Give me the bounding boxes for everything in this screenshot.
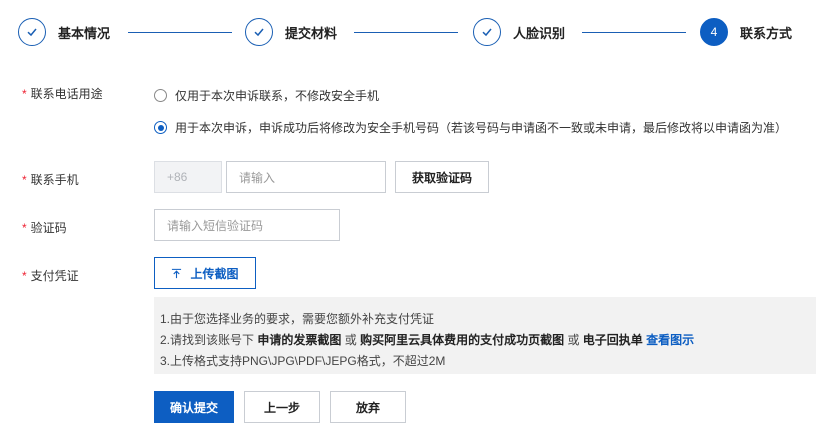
notice-line-3: 3.上传格式支持PNG\JPG\PDF\JEPG格式，不超过2M: [160, 354, 446, 368]
step-connector: [128, 32, 232, 33]
previous-button[interactable]: 上一步: [244, 391, 320, 423]
step-connector: [354, 32, 458, 33]
country-code-field: +86: [154, 161, 222, 193]
step-label: 人脸识别: [513, 25, 566, 41]
step-face-recognition: 人脸识别: [473, 18, 565, 46]
submit-button[interactable]: 确认提交: [154, 391, 234, 423]
purpose-option-update-security-phone[interactable]: 用于本次申诉，申诉成功后将修改为安全手机号码（若该号码与申请函不一致或未申请，最…: [154, 119, 787, 136]
upload-button-label: 上传截图: [190, 266, 239, 281]
radio-text: 仅用于本次申诉联系，不修改安全手机: [175, 89, 380, 103]
purpose-option-contact-only[interactable]: 仅用于本次申诉联系，不修改安全手机: [154, 87, 379, 104]
code-label-text: 验证码: [30, 221, 67, 235]
required-mark: *: [22, 173, 27, 187]
payment-label-text: 支付凭证: [30, 269, 79, 283]
phone-label-text: 联系手机: [30, 173, 79, 187]
step-progress: 基本情况 提交材料 人脸识别 4 联系方式: [0, 0, 816, 66]
payment-label: * 支付凭证: [22, 267, 79, 284]
radio-checked[interactable]: [154, 121, 167, 134]
step-label: 基本情况: [58, 25, 111, 41]
upload-screenshot-button[interactable]: 上传截图: [154, 257, 256, 289]
notice-line-2: 2.请找到该账号下 申请的发票截图 或 购买阿里云具体费用的支付成功页截图 或 …: [160, 330, 816, 351]
payment-notice: 1.由于您选择业务的要求，需要您额外补充支付凭证 2.请找到该账号下 申请的发票…: [154, 297, 816, 374]
notice-bold-payment: 购买阿里云具体费用的支付成功页截图: [360, 333, 565, 347]
phone-label: * 联系手机: [22, 171, 79, 188]
step-label: 联系方式: [740, 25, 793, 41]
check-icon: [245, 18, 273, 46]
required-mark: *: [22, 269, 27, 283]
notice-text: 或: [567, 333, 580, 347]
step-submit-materials: 提交材料: [245, 18, 337, 46]
required-mark: *: [22, 87, 27, 101]
radio-text: 用于本次申诉，申诉成功后将修改为安全手机号码（若该号码与申请函不一致或未申请，最…: [175, 121, 788, 135]
notice-bold-invoice: 申请的发票截图: [257, 333, 342, 347]
purpose-label: * 联系电话用途: [22, 85, 103, 102]
step-contact: 4 联系方式: [700, 18, 792, 46]
view-example-link[interactable]: 查看图示: [646, 333, 694, 347]
step-basic-info: 基本情况: [18, 18, 110, 46]
notice-bold-receipt: 电子回执单: [582, 333, 643, 347]
upload-icon: [172, 268, 182, 278]
purpose-label-text: 联系电话用途: [30, 87, 103, 101]
abandon-button[interactable]: 放弃: [330, 391, 406, 423]
verification-code-input[interactable]: 请输入短信验证码: [154, 209, 340, 241]
step-connector: [582, 32, 686, 33]
radio-unchecked[interactable]: [154, 89, 167, 102]
notice-text: 2.请找到该账号下: [160, 333, 255, 347]
notice-text: 或: [344, 333, 357, 347]
notice-line-1: 1.由于您选择业务的要求，需要您额外补充支付凭证: [160, 312, 435, 326]
required-mark: *: [22, 221, 27, 235]
phone-input[interactable]: 请输入: [226, 161, 386, 193]
step-number-badge: 4: [700, 18, 728, 46]
step-label: 提交材料: [285, 25, 338, 41]
check-icon: [473, 18, 501, 46]
check-icon: [18, 18, 46, 46]
get-code-button[interactable]: 获取验证码: [395, 161, 489, 193]
code-label: * 验证码: [22, 219, 67, 236]
